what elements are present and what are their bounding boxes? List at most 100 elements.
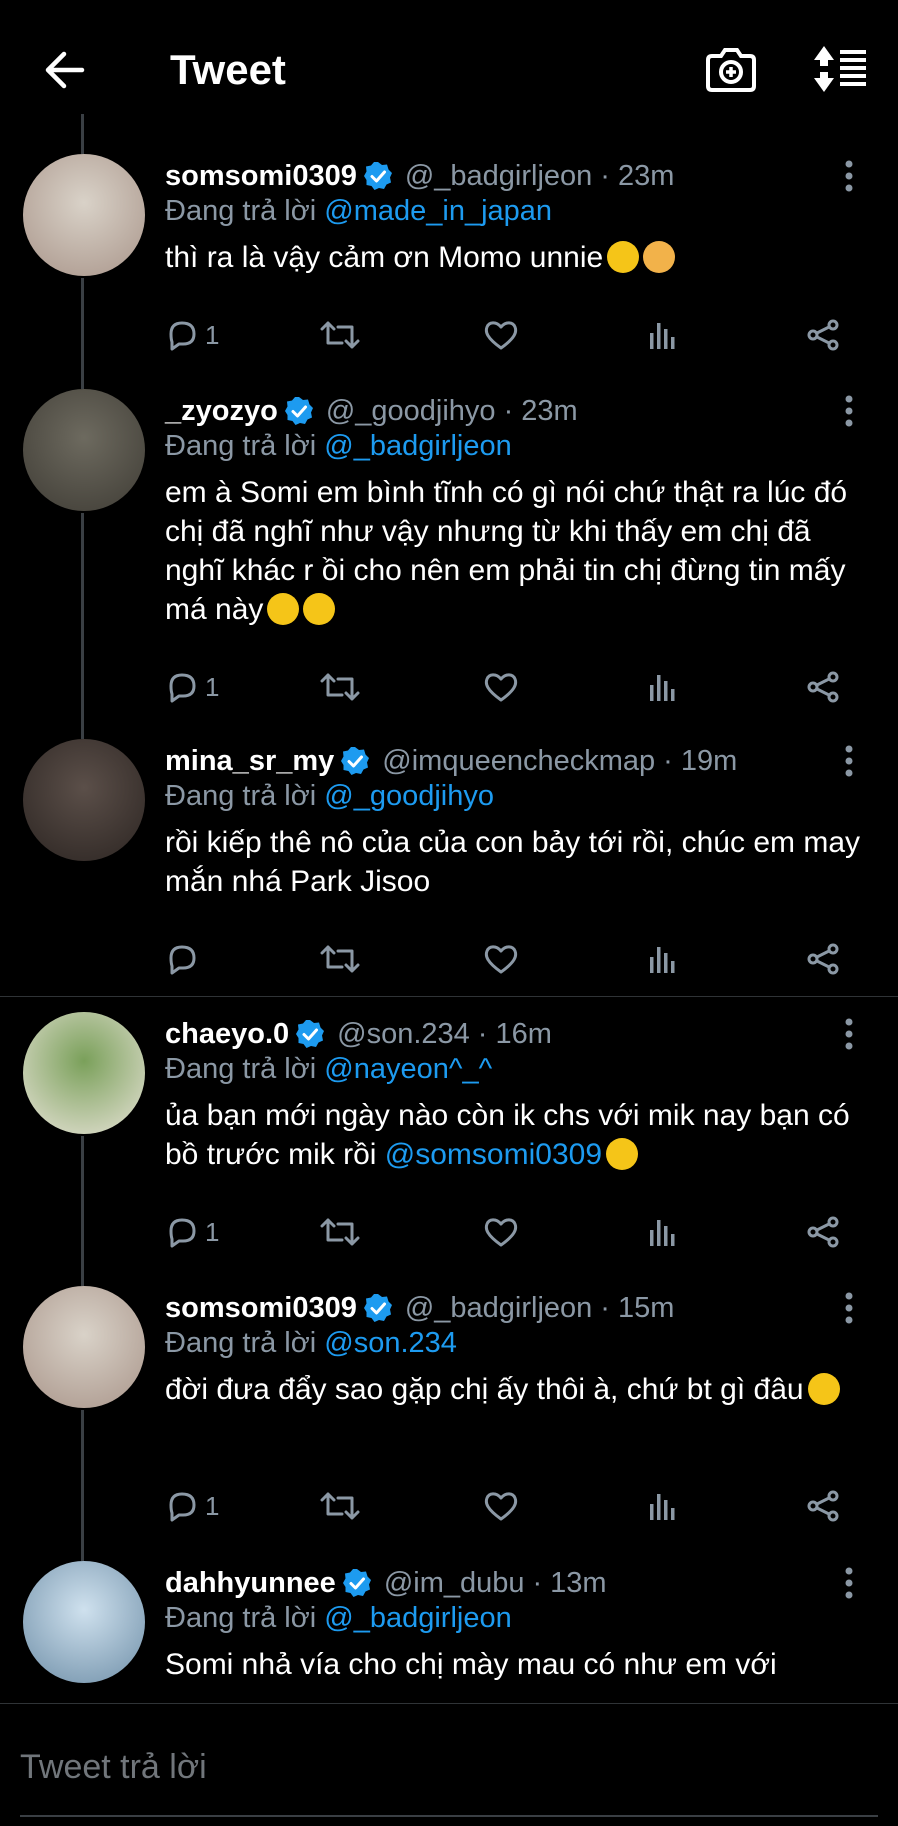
- tweet-item[interactable]: somsomi0309 @_badgirljeon · 15m Đang trả lời…: [0, 1246, 898, 1545]
- thread-connector-line: [81, 1410, 84, 1561]
- reply-icon: [165, 1216, 199, 1248]
- tweet-header: mina_sr_my @imqueencheckmap · 19m: [165, 741, 737, 781]
- tweet-body: thì ra là vậy cảm ơn Momo unnie: [165, 241, 604, 274]
- replying-to-mention[interactable]: @nayeon^_^: [324, 1053, 492, 1085]
- user-handle[interactable]: @_badgirljeon: [405, 1288, 592, 1328]
- replying-to: Đang trả lời @_badgirljeon: [165, 1598, 512, 1638]
- replying-to-mention[interactable]: @_goodjihyo: [324, 780, 494, 812]
- reply-icon: [165, 943, 199, 975]
- more-options-icon[interactable]: [834, 1288, 864, 1328]
- share-button[interactable]: [805, 1484, 841, 1528]
- reply-icon: [165, 671, 199, 703]
- tweet-header: somsomi0309 @_badgirljeon · 15m: [165, 1288, 674, 1328]
- share-icon: [805, 1490, 841, 1522]
- replying-to-label: Đang trả lời: [165, 430, 317, 462]
- thread-connector-line: [81, 513, 84, 739]
- avatar[interactable]: [23, 1561, 145, 1683]
- display-name[interactable]: _zyozyo: [165, 391, 278, 431]
- reply-button[interactable]: [165, 937, 205, 981]
- retweet-button[interactable]: [320, 1210, 360, 1254]
- replying-to-mention[interactable]: @made_in_japan: [324, 195, 552, 227]
- more-options-icon[interactable]: [834, 1014, 864, 1054]
- avatar[interactable]: [23, 389, 145, 511]
- like-button[interactable]: [483, 665, 519, 709]
- tweet-mention[interactable]: @somsomi0309: [385, 1138, 602, 1171]
- display-name[interactable]: chaeyo.0: [165, 1014, 289, 1054]
- reply-input[interactable]: [20, 1742, 870, 1792]
- tweet-body: rồi kiếp thê nô của của con bảy tới rồi,…: [165, 826, 861, 898]
- verified-badge-icon: [295, 1019, 325, 1049]
- user-handle[interactable]: @son.234: [337, 1014, 470, 1054]
- user-handle[interactable]: @_goodjihyo: [326, 391, 496, 431]
- tweet-text: rồi kiếp thê nô của của con bảy tới rồi,…: [165, 823, 865, 901]
- share-button[interactable]: [805, 1210, 841, 1254]
- user-handle[interactable]: @im_dubu: [384, 1563, 525, 1603]
- reply-icon: [165, 1490, 199, 1522]
- avatar[interactable]: [23, 1286, 145, 1408]
- tweet-item[interactable]: dahhyunnee @im_dubu · 13m Đang trả lời @_bad…: [0, 1545, 898, 1703]
- analytics-button[interactable]: [647, 1210, 677, 1254]
- thread-connector-line: [81, 1136, 84, 1286]
- reply-button[interactable]: 1: [165, 665, 219, 709]
- retweet-button[interactable]: [320, 1484, 360, 1528]
- heart-icon: [483, 319, 519, 351]
- avatar[interactable]: [23, 739, 145, 861]
- avatar[interactable]: [23, 154, 145, 276]
- retweet-icon: [320, 943, 360, 975]
- like-button[interactable]: [483, 937, 519, 981]
- tweet-item[interactable]: somsomi0309 @_badgirljeon · 23m Đang trả lời…: [0, 114, 898, 373]
- tweet-item[interactable]: chaeyo.0 @son.234 · 16m Đang trả lời @nayeon…: [0, 996, 898, 1270]
- analytics-button[interactable]: [647, 665, 677, 709]
- analytics-button[interactable]: [647, 1484, 677, 1528]
- thread-connector-line: [81, 132, 84, 154]
- reply-button[interactable]: 1: [165, 1210, 219, 1254]
- display-name[interactable]: somsomi0309: [165, 1288, 357, 1328]
- replying-to: Đang trả lời @made_in_japan: [165, 191, 552, 231]
- more-options-icon[interactable]: [834, 741, 864, 781]
- reply-button[interactable]: 1: [165, 1484, 219, 1528]
- share-button[interactable]: [805, 313, 841, 357]
- tweet-header: chaeyo.0 @son.234 · 16m: [165, 1014, 552, 1054]
- user-handle[interactable]: @imqueencheckmap: [382, 741, 655, 781]
- tweet-body: Somi nhả vía cho chị mày mau có như em v…: [165, 1648, 777, 1681]
- back-arrow-icon[interactable]: [38, 44, 90, 96]
- more-options-icon[interactable]: [834, 156, 864, 196]
- retweet-button[interactable]: [320, 665, 360, 709]
- like-button[interactable]: [483, 1484, 519, 1528]
- separator-dot: ·: [532, 1567, 543, 1599]
- user-handle[interactable]: @_badgirljeon: [405, 156, 592, 196]
- replying-to-label: Đang trả lời: [165, 1327, 317, 1359]
- reply-button[interactable]: 1: [165, 313, 219, 357]
- retweet-icon: [320, 671, 360, 703]
- display-name[interactable]: dahhyunnee: [165, 1563, 336, 1603]
- replying-to-mention[interactable]: @_badgirljeon: [324, 1602, 511, 1634]
- verified-badge-icon: [363, 161, 393, 191]
- timestamp: 15m: [617, 1292, 675, 1324]
- reply-icon: [165, 319, 199, 351]
- display-name[interactable]: somsomi0309: [165, 156, 357, 196]
- tweet-text: ủa bạn mới ngày nào còn ik chs với mik n…: [165, 1096, 865, 1174]
- share-button[interactable]: [805, 665, 841, 709]
- more-options-icon[interactable]: [834, 391, 864, 431]
- retweet-button[interactable]: [320, 937, 360, 981]
- like-button[interactable]: [483, 313, 519, 357]
- like-button[interactable]: [483, 1210, 519, 1254]
- replying-to-mention[interactable]: @son.234: [324, 1327, 457, 1359]
- sort-icon[interactable]: [810, 42, 870, 96]
- heart-icon: [483, 943, 519, 975]
- avatar[interactable]: [23, 1012, 145, 1134]
- camera-add-icon[interactable]: [704, 42, 758, 96]
- tweet-item[interactable]: _zyozyo @_goodjihyo · 23m Đang trả lời @_bad…: [0, 349, 898, 723]
- analytics-button[interactable]: [647, 313, 677, 357]
- timestamp: 16m: [495, 1018, 552, 1050]
- replying-to-mention[interactable]: @_badgirljeon: [324, 430, 511, 462]
- display-name[interactable]: mina_sr_my: [165, 741, 334, 781]
- retweet-button[interactable]: [320, 313, 360, 357]
- tweet-text: thì ra là vậy cảm ơn Momo unnie: [165, 238, 865, 277]
- share-button[interactable]: [805, 937, 841, 981]
- analytics-icon: [647, 319, 677, 351]
- more-options-icon[interactable]: [834, 1563, 864, 1603]
- analytics-button[interactable]: [647, 937, 677, 981]
- grin-emoji: [607, 241, 640, 273]
- tweet-item[interactable]: mina_sr_my @imqueencheckmap · 19m Đang trả l…: [0, 723, 898, 997]
